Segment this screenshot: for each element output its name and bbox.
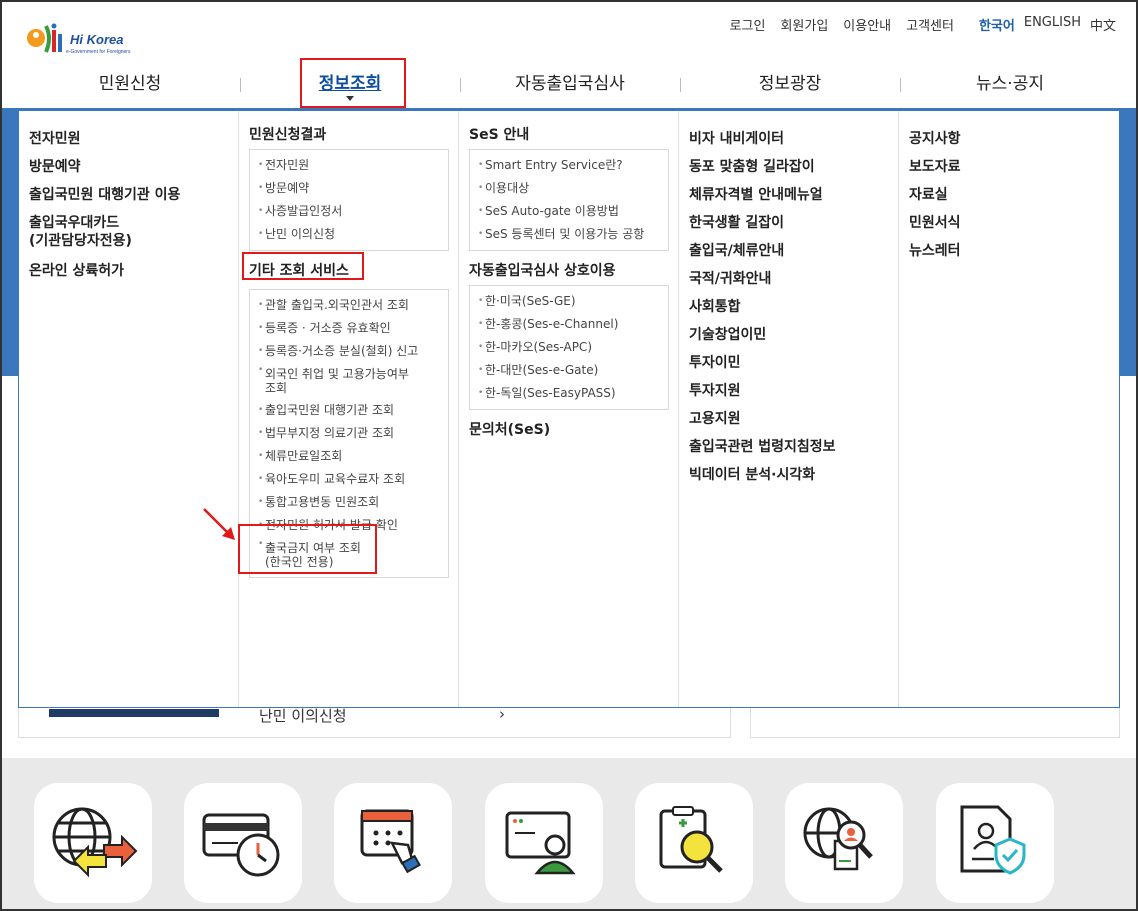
menu-agency-use[interactable]: 출입국민원 대행기관 이용 <box>29 181 228 209</box>
list-item[interactable]: 등록증 · 거소증 유효확인 <box>258 317 442 340</box>
list-item[interactable]: 한-대만(Ses-e-Gate) <box>478 359 662 382</box>
consultant-screen-icon <box>505 811 576 875</box>
section-application-result[interactable]: 민원신청결과 <box>249 125 448 145</box>
menu-item[interactable]: 동포 맞춤형 길라잡이 <box>689 153 888 181</box>
signup-link[interactable]: 회원가입 <box>780 15 828 34</box>
menu-item[interactable]: 투자이민 <box>689 349 888 377</box>
exit-ban-inquiry-item[interactable]: 출국금지 여부 조회(한국인 전용) <box>258 537 442 573</box>
list-item[interactable]: 체류만료일조회 <box>258 445 442 468</box>
list-item[interactable]: 한-홍콩(Ses-e-Channel) <box>478 313 662 336</box>
list-item[interactable]: 사증발급인정서 <box>258 200 442 223</box>
lang-chinese[interactable]: 中文 <box>1090 15 1116 34</box>
menu-item[interactable]: 체류자격별 안내메뉴얼 <box>689 181 888 209</box>
hikorea-logo[interactable]: Hi Korea e-Government for Foreigners <box>26 20 146 56</box>
list-item[interactable]: 출입국민원 대행기관 조회 <box>258 399 442 422</box>
mega-menu: 전자민원 방문예약 출입국민원 대행기관 이용 출입국우대카드 (기관담당자전용)… <box>18 110 1120 708</box>
section-mutual-use[interactable]: 자동출입국심사 상호이용 <box>469 261 668 281</box>
section-ses-guide[interactable]: SeS 안내 <box>469 125 668 145</box>
list-item[interactable]: SeS 등록센터 및 이용가능 공항 <box>478 223 662 246</box>
calendar-click-icon <box>360 809 421 874</box>
quick-tile-medical-search[interactable] <box>635 783 753 903</box>
menu-item[interactable]: 고용지원 <box>689 405 888 433</box>
list-item[interactable]: 관할 출입국.외국인관서 조회 <box>258 294 442 317</box>
ses-guide-list: Smart Entry Service란? 이용대상 SeS Auto-gate… <box>469 149 669 251</box>
logo-brand: Hi Korea <box>70 32 123 47</box>
menu-item[interactable]: 사회통합 <box>689 293 888 321</box>
gnb-info-plaza[interactable]: 정보광장 <box>680 66 900 106</box>
list-item[interactable]: 전자민원 <box>258 154 442 177</box>
menu-column-news: 공지사항 보도자료 자료실 민원서식 뉴스레터 <box>899 111 1119 707</box>
other-inquiry-list: 관할 출입국.외국인관서 조회 등록증 · 거소증 유효확인 등록증·거소증 분… <box>249 289 449 578</box>
menu-item[interactable]: 빅데이터 분석·시각화 <box>689 461 888 489</box>
guide-link[interactable]: 이용안내 <box>843 15 891 34</box>
language-selector: 한국어 ENGLISH 中文 <box>979 15 1116 34</box>
card-clock-icon <box>202 813 280 877</box>
lang-korean[interactable]: 한국어 <box>979 15 1015 34</box>
menu-column-auto-immigration: SeS 안내 Smart Entry Service란? 이용대상 SeS Au… <box>459 111 679 707</box>
list-item[interactable]: 난민 이의신청 <box>258 223 442 246</box>
menu-column-info-plaza: 비자 내비게이터 동포 맞춤형 길라잡이 체류자격별 안내메뉴얼 한국생활 길잡… <box>679 111 899 707</box>
menu-item[interactable]: 민원서식 <box>909 209 1109 237</box>
menu-item[interactable]: 국적/귀화안내 <box>689 265 888 293</box>
menu-preferred-card[interactable]: 출입국우대카드 (기관담당자전용) <box>29 214 228 250</box>
menu-item[interactable]: 출입국관련 법령지침정보 <box>689 433 888 461</box>
quick-tile-document-shield[interactable] <box>936 783 1054 903</box>
list-item[interactable]: 통합고용변동 민원조회 <box>258 491 442 514</box>
lang-english[interactable]: ENGLISH <box>1024 15 1081 34</box>
menu-item[interactable]: 투자지원 <box>689 377 888 405</box>
menu-visit-reservation[interactable]: 방문예약 <box>29 153 228 181</box>
menu-item[interactable]: 보도자료 <box>909 153 1109 181</box>
menu-column-inquiry: 민원신청결과 전자민원 방문예약 사증발급인정서 난민 이의신청 기타 조회 서… <box>239 111 459 707</box>
customer-center-link[interactable]: 고객센터 <box>906 15 954 34</box>
quick-tile-calendar-reservation[interactable] <box>334 783 452 903</box>
menu-column-civil: 전자민원 방문예약 출입국민원 대행기관 이용 출입국우대카드 (기관담당자전용)… <box>19 111 239 707</box>
list-item[interactable]: 한·미국(SeS-GE) <box>478 290 662 313</box>
globe-exchange-icon <box>52 807 138 878</box>
background-card-bar <box>49 709 219 717</box>
clipboard-search-icon <box>659 806 723 873</box>
menu-item[interactable]: 자료실 <box>909 181 1109 209</box>
gnb-civil-application[interactable]: 민원신청 <box>20 66 240 106</box>
list-item[interactable]: SeS Auto-gate 이용방법 <box>478 200 662 223</box>
list-item[interactable]: 외국인 취업 및 고용가능여부조회 <box>258 363 442 399</box>
global-nav: 민원신청 정보조회 자동출입국심사 정보광장 뉴스·공지 <box>20 66 1120 106</box>
menu-item[interactable]: 한국생활 길잡이 <box>689 209 888 237</box>
list-item[interactable]: 법무부지정 의료기관 조회 <box>258 422 442 445</box>
caret-down-icon <box>346 96 354 101</box>
list-item[interactable]: 방문예약 <box>258 177 442 200</box>
menu-item[interactable]: 출입국/체류안내 <box>689 237 888 265</box>
list-item[interactable]: 등록증·거소증 분실(철회) 신고 <box>258 340 442 363</box>
list-item[interactable]: 한-독일(Ses-EasyPASS) <box>478 382 662 405</box>
list-item[interactable]: 이용대상 <box>478 177 662 200</box>
menu-item[interactable]: 공지사항 <box>909 125 1109 153</box>
section-ses-contact[interactable]: 문의처(SeS) <box>469 420 668 440</box>
gnb-info-inquiry[interactable]: 정보조회 <box>240 66 460 106</box>
gnb-auto-immigration[interactable]: 자동출입국심사 <box>460 66 680 106</box>
menu-online-landing[interactable]: 온라인 상륙허가 <box>29 257 228 285</box>
login-link[interactable]: 로그인 <box>730 15 766 34</box>
mutual-use-list: 한·미국(SeS-GE) 한-홍콩(Ses-e-Channel) 한-마카오(S… <box>469 285 669 410</box>
gnb-news-notice[interactable]: 뉴스·공지 <box>900 66 1120 106</box>
utility-nav: 로그인 회원가입 이용안내 고객센터 한국어 ENGLISH 中文 <box>730 15 1116 34</box>
logo-tagline: e-Government for Foreigners <box>66 49 131 55</box>
list-item[interactable]: Smart Entry Service란? <box>478 154 662 177</box>
list-item[interactable]: 육아도우미 교육수료자 조회 <box>258 468 442 491</box>
list-item[interactable]: 한-마카오(Ses-APC) <box>478 336 662 359</box>
menu-item[interactable]: 기술창업이민 <box>689 321 888 349</box>
list-item[interactable]: 전자민원 허가서 발급 확인 <box>258 514 442 537</box>
globe-person-search-icon <box>803 807 873 871</box>
application-result-list: 전자민원 방문예약 사증발급인정서 난민 이의신청 <box>249 149 449 251</box>
quick-tile-card-clock[interactable] <box>184 783 302 903</box>
quick-tile-online-consult[interactable] <box>485 783 603 903</box>
page-frame: 난민 이의신청 › Hi Korea e-Government for Fore… <box>0 0 1138 911</box>
quick-tile-globe-person-search[interactable] <box>785 783 903 903</box>
menu-item[interactable]: 비자 내비게이터 <box>689 125 888 153</box>
quick-tile-globe-exchange[interactable] <box>34 783 152 903</box>
menu-e-civil[interactable]: 전자민원 <box>29 125 228 153</box>
background-card-text[interactable]: 난민 이의신청 <box>259 705 347 726</box>
document-shield-icon <box>960 805 1026 875</box>
menu-item[interactable]: 뉴스레터 <box>909 237 1109 265</box>
section-other-inquiry[interactable]: 기타 조회 서비스 <box>249 261 448 281</box>
red-arrow-icon <box>203 508 235 540</box>
